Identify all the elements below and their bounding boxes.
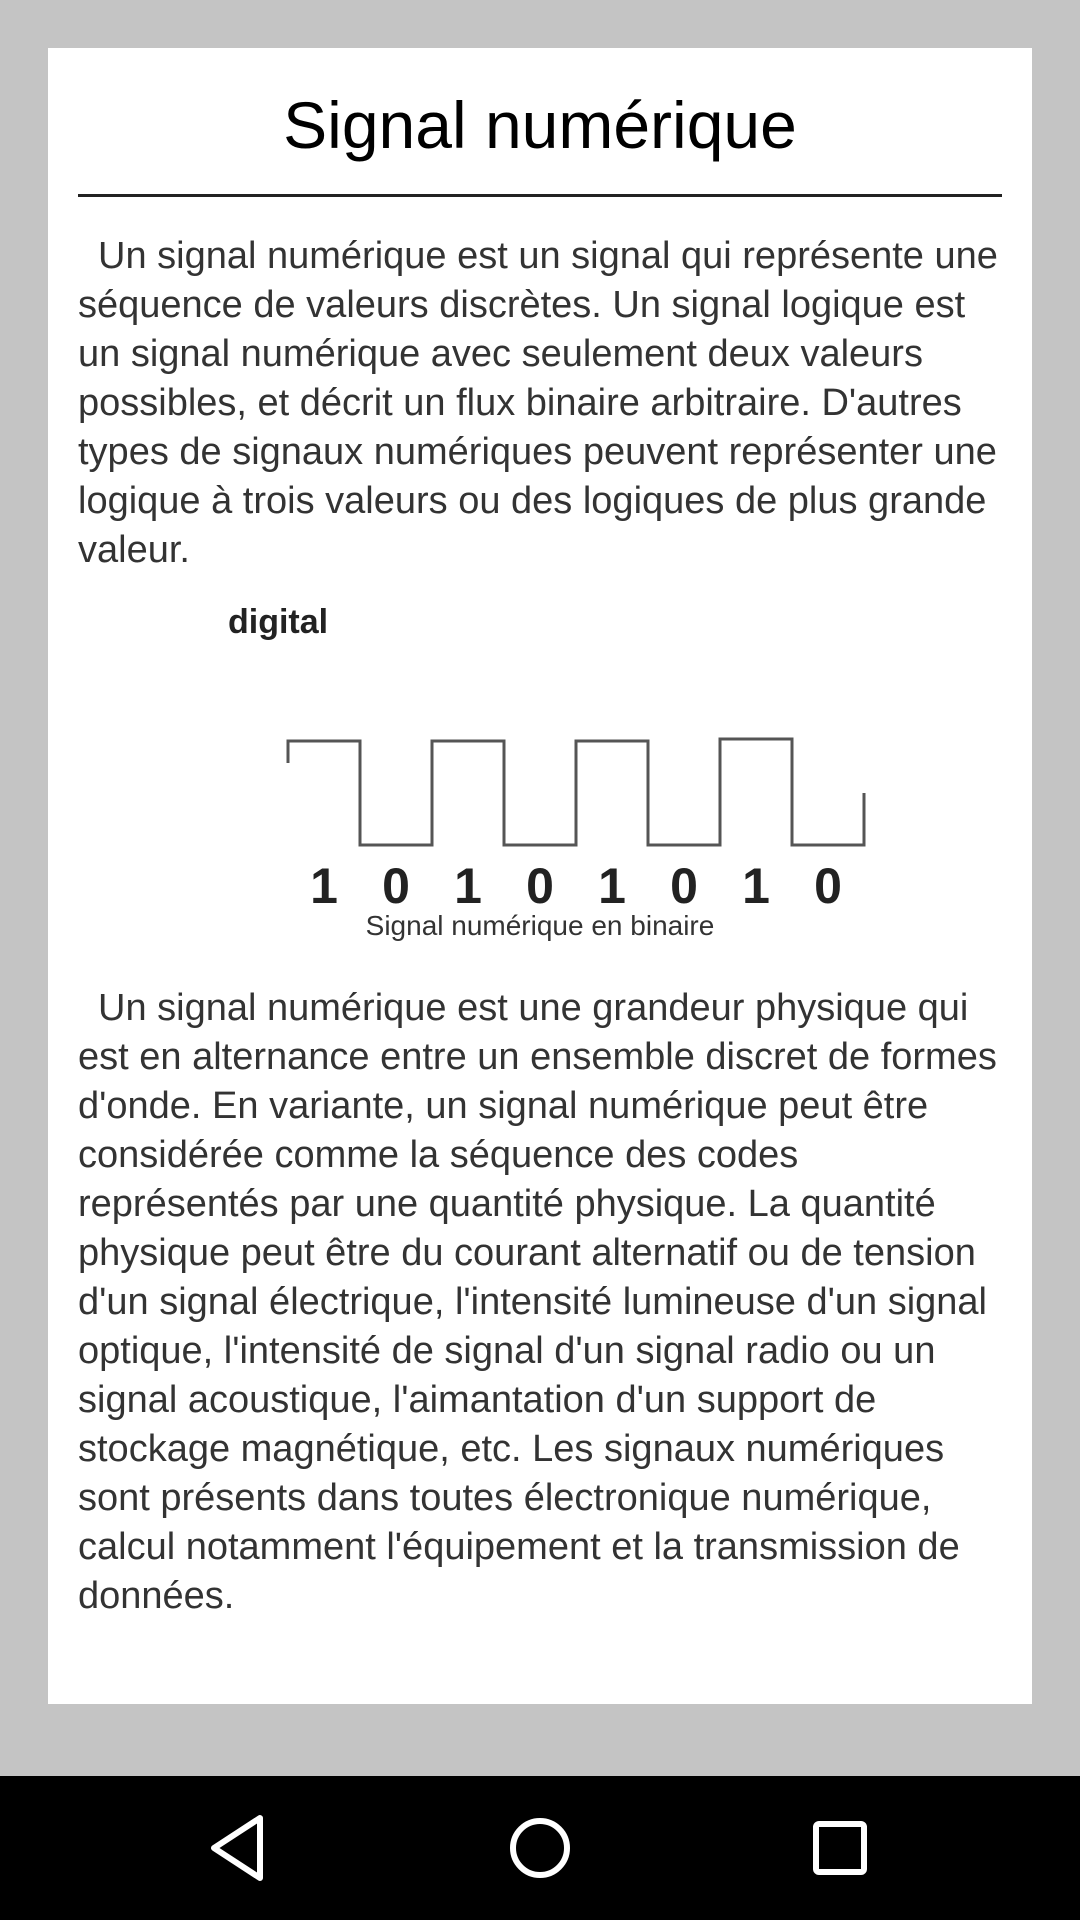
page-title: Signal numérique <box>283 88 797 162</box>
home-circle-icon[interactable] <box>500 1808 580 1888</box>
bit-labels: 10101010 <box>310 858 842 914</box>
title-divider <box>78 194 1002 197</box>
bit-label: 0 <box>670 858 698 914</box>
figure-caption: Signal numérique en binaire <box>365 910 715 941</box>
intro-paragraph: Un signal numérique est un signal qui re… <box>78 235 998 571</box>
article-card: Signal numérique Un signal numérique est… <box>48 48 1032 1704</box>
bit-label: 0 <box>526 858 554 914</box>
recent-square-icon[interactable] <box>800 1808 880 1888</box>
bit-label: 1 <box>310 858 338 914</box>
bit-label: 1 <box>598 858 626 914</box>
system-navigation-bar <box>0 1776 1080 1920</box>
bit-label: 1 <box>742 858 770 914</box>
square-wave <box>286 737 866 847</box>
digital-signal-figure: digital 10101010 <box>228 603 866 914</box>
bit-label: 1 <box>454 858 482 914</box>
back-triangle-icon[interactable] <box>202 1808 282 1888</box>
bit-label: 0 <box>382 858 410 914</box>
body-paragraph: Un signal numérique est une grandeur phy… <box>78 987 997 1617</box>
bit-label: 0 <box>814 858 842 914</box>
figure-label: digital <box>228 603 328 641</box>
